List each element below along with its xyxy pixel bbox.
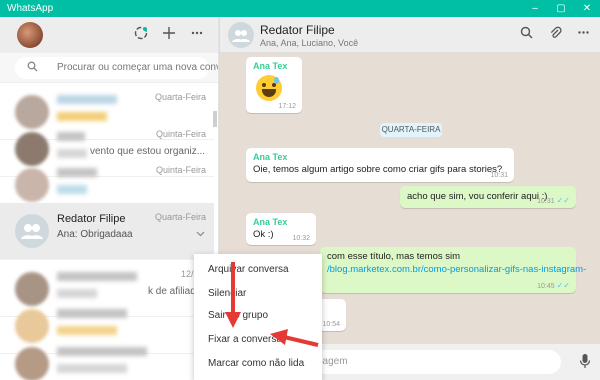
message-time: 10:45 ✓✓ [537, 281, 570, 290]
chat-name: Redator Filipe [57, 213, 126, 225]
menu-icon[interactable] [188, 26, 206, 44]
menu-item-pin[interactable]: Fixar a conversa [208, 334, 282, 345]
chat-time: Quinta-Feira [155, 129, 206, 139]
profile-avatar[interactable] [17, 22, 43, 48]
menu-item-leave-group[interactable]: Sair do grupo [208, 310, 268, 321]
read-receipt-icon: ✓✓ [556, 196, 570, 205]
maximize-button[interactable]: ▢ [548, 0, 574, 17]
chat-list-scrollbar[interactable] [213, 111, 217, 127]
window-titlebar: WhatsApp – ▢ ✕ [0, 0, 600, 17]
menu-item-mark-unread[interactable]: Marcar como não lida [208, 358, 304, 369]
microphone-icon[interactable] [578, 353, 592, 371]
message-bubble-incoming[interactable]: Ana Tex Ok :) 10:32 [246, 213, 316, 245]
message-sender: Ana Tex [253, 217, 288, 227]
chat-name-blurred [57, 132, 85, 141]
chat-list-item[interactable] [0, 335, 214, 380]
message-text: com esse título, mas temos sim [327, 251, 461, 262]
chat-name-blurred [57, 272, 137, 281]
chat-list-item-redator-filipe[interactable]: Redator Filipe Ana: Obrigadaaa Quarta-Fe… [0, 203, 214, 260]
search-bar: Procurar ou começar uma nova conversa [0, 53, 218, 83]
message-time: 17:12 [278, 103, 296, 110]
chat-name-blurred [57, 309, 127, 318]
read-receipt-icon: ✓✓ [556, 281, 570, 290]
menu-icon[interactable] [574, 26, 592, 44]
search-icon[interactable] [517, 26, 535, 44]
chat-time: Quarta-Feira [154, 92, 206, 102]
chat-preview: Ana: Obrigadaaa [57, 229, 133, 240]
chat-preview-blurred [57, 364, 127, 373]
message-text: acho que sim, vou conferir aqui :) [407, 191, 548, 202]
chat-time: Quarta-Feira [154, 212, 206, 222]
date-separator: QUARTA-FEIRA [380, 123, 442, 137]
search-input[interactable]: Procurar ou começar uma nova conversa [15, 57, 218, 79]
close-button[interactable]: ✕ [574, 0, 600, 17]
message-text: Ok :) [253, 229, 274, 240]
window-title: WhatsApp [7, 3, 54, 14]
chat-name-blurred [57, 168, 97, 177]
message-bubble-outgoing[interactable]: com esse título, mas temos sim /blog.mar… [320, 247, 586, 293]
message-link[interactable]: /blog.marketex.com.br/como-personalizar-… [327, 264, 586, 275]
conversation-title: Redator Filipe [260, 23, 335, 37]
chevron-down-icon[interactable] [196, 229, 205, 240]
message-time: 10:31 [490, 172, 508, 179]
grinning-sweat-emoji-icon [256, 75, 282, 101]
minimize-button[interactable]: – [522, 0, 548, 17]
group-avatar-icon [228, 22, 254, 48]
menu-item-archive[interactable]: Arquivar conversa [208, 264, 289, 275]
conversation-members: Ana, Ana, Luciano, Você [260, 38, 359, 48]
message-bubble-incoming[interactable]: Ana Tex 17:12 [246, 57, 302, 113]
attach-icon[interactable] [546, 26, 564, 44]
message-input[interactable]: nsagem [306, 350, 561, 374]
chat-name-blurred [57, 95, 117, 104]
message-bubble-incoming[interactable]: Ana Tex Oie, temos algum artigo sobre co… [246, 148, 514, 182]
message-time: 10:31 ✓✓ [537, 196, 570, 205]
chat-preview-blurred [57, 185, 87, 194]
message-time: 10:32 [292, 235, 310, 242]
search-placeholder: Procurar ou começar uma nova conversa [57, 62, 219, 73]
sidebar-header [0, 17, 218, 53]
chat-avatar [15, 168, 49, 202]
message-time: 10:54 [322, 321, 340, 328]
message-sender: Ana Tex [253, 152, 288, 162]
message-text: Oie, temos algum artigo sobre como criar… [253, 164, 503, 175]
conversation-header[interactable]: Redator Filipe Ana, Ana, Luciano, Você [220, 17, 600, 53]
chat-list-pane: Procurar ou começar uma nova conversa Qu… [0, 17, 219, 380]
menu-item-mute[interactable]: Silenciar [208, 288, 246, 299]
chat-avatar [15, 347, 49, 380]
chat-preview-blurred [57, 326, 117, 335]
group-avatar-icon [15, 214, 49, 248]
status-icon[interactable] [132, 26, 150, 44]
message-bubble-outgoing[interactable]: acho que sim, vou conferir aqui :) 10:31… [400, 186, 576, 208]
new-chat-icon[interactable] [160, 26, 178, 44]
chat-name-blurred [57, 347, 147, 356]
chat-context-menu: Arquivar conversa Silenciar Sair do grup… [194, 254, 322, 380]
message-sender: Ana Tex [253, 61, 288, 71]
search-icon [27, 61, 38, 75]
chat-time: Quinta-Feira [155, 165, 206, 175]
